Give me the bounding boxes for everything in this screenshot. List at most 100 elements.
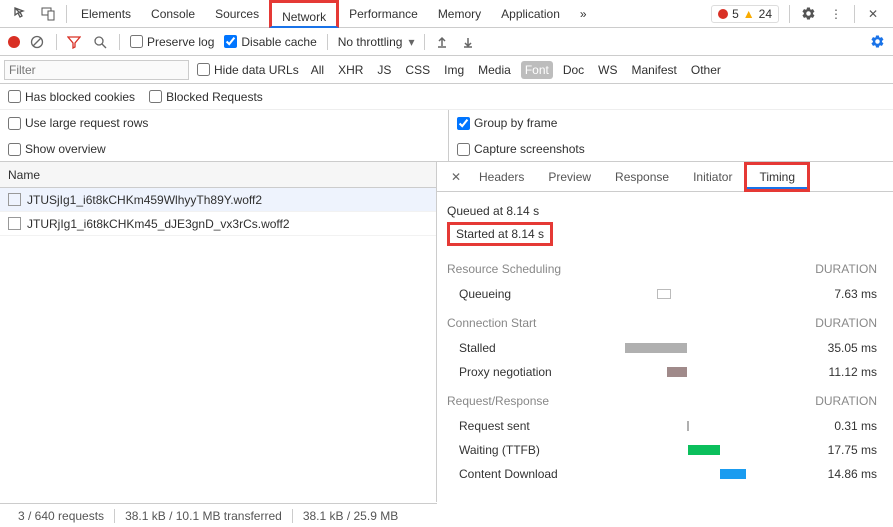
request-name: JTURjIg1_i6t8kCHKm45_dJE3gnD_vx3rCs.woff… [27,217,290,231]
filter-funnel-icon[interactable] [67,35,83,49]
timing-label: Content Download [447,467,617,481]
timing-row: Request sent0.31 ms [447,414,877,438]
error-dot-icon [718,9,728,19]
show-overview-label: Show overview [25,142,106,156]
status-requests: 3 / 640 requests [8,509,115,523]
status-transferred: 38.1 kB / 10.1 MB transferred [115,509,293,523]
hide-data-urls-checkbox[interactable]: Hide data URLs [197,63,299,77]
warning-triangle-icon: ▲ [743,7,755,21]
timing-value: 7.63 ms [805,287,877,301]
upload-har-icon[interactable] [435,35,451,49]
record-button[interactable] [8,36,20,48]
preserve-log-checkbox[interactable]: Preserve log [130,35,214,49]
has-blocked-cookies-label: Has blocked cookies [25,90,135,104]
disable-cache-label: Disable cache [241,35,316,49]
warning-count: 24 [759,7,772,21]
device-toggle-icon[interactable] [34,0,62,28]
filter-input[interactable] [4,60,189,80]
started-at-label: Started at 8.14 s [456,227,544,241]
timing-section-title: Request/Response [447,394,815,408]
download-har-icon[interactable] [461,35,477,49]
duration-header: DURATION [815,394,877,408]
tab-network[interactable]: Network [269,0,339,28]
tab-memory[interactable]: Memory [428,0,491,28]
has-blocked-cookies-checkbox[interactable]: Has blocked cookies [8,90,135,104]
kebab-menu-icon[interactable]: ⋮ [822,0,850,28]
timing-row: Queueing 7.63 ms [447,282,877,306]
type-pill-ws[interactable]: WS [594,61,621,79]
detail-tab-initiator[interactable]: Initiator [681,162,744,192]
timing-bar [688,445,720,455]
queued-at-label: Queued at 8.14 s [447,200,877,222]
blocked-requests-checkbox[interactable]: Blocked Requests [149,90,263,104]
type-pill-xhr[interactable]: XHR [334,61,367,79]
error-warning-badge[interactable]: 5 ▲ 24 [711,5,779,23]
type-pill-css[interactable]: CSS [401,61,434,79]
type-pill-doc[interactable]: Doc [559,61,588,79]
use-large-rows-label: Use large request rows [25,116,148,130]
status-resources: 38.1 kB / 25.9 MB [293,509,408,523]
timing-bar [657,289,671,299]
timing-label: Request sent [447,419,617,433]
type-pill-img[interactable]: Img [440,61,468,79]
more-tabs-icon[interactable]: » [570,0,597,28]
inspect-icon[interactable] [6,0,34,28]
timing-value: 35.05 ms [805,341,877,355]
detail-tab-timing[interactable]: Timing [747,165,807,189]
detail-tab-headers[interactable]: Headers [467,162,536,192]
timing-row: Stalled 35.05 ms [447,336,877,360]
throttling-select[interactable]: No throttling ▾ [338,35,415,49]
request-row[interactable]: JTURjIg1_i6t8kCHKm45_dJE3gnD_vx3rCs.woff… [0,212,436,236]
error-count: 5 [732,7,739,21]
hide-data-urls-label: Hide data URLs [214,63,299,77]
file-icon [8,217,21,230]
timing-section-title: Resource Scheduling [447,262,815,276]
tab-sources[interactable]: Sources [205,0,269,28]
type-pill-font[interactable]: Font [521,61,553,79]
name-column-header[interactable]: Name [0,162,436,188]
file-icon [8,193,21,206]
type-pill-js[interactable]: JS [373,61,395,79]
request-name: JTUSjIg1_i6t8kCHKm459WlhyyTh89Y.woff2 [27,193,262,207]
timing-row: Waiting (TTFB) 17.75 ms [447,438,877,462]
detail-tab-preview[interactable]: Preview [536,162,603,192]
timing-value: 17.75 ms [805,443,877,457]
duration-header: DURATION [815,262,877,276]
close-detail-icon[interactable]: ✕ [445,170,467,184]
type-pill-other[interactable]: Other [687,61,725,79]
timing-row: Content Download 14.86 ms [447,462,877,486]
timing-section-title: Connection Start [447,316,815,330]
type-pill-media[interactable]: Media [474,61,515,79]
capture-screenshots-label: Capture screenshots [474,142,585,156]
timing-bar [687,421,689,431]
timing-value: 14.86 ms [805,467,877,481]
disable-cache-checkbox[interactable]: Disable cache [224,35,316,49]
capture-screenshots-checkbox[interactable]: Capture screenshots [457,142,585,156]
show-overview-checkbox[interactable]: Show overview [8,142,106,156]
throttling-value: No throttling [338,35,403,49]
type-pill-manifest[interactable]: Manifest [628,61,681,79]
clear-icon[interactable] [30,35,46,49]
tab-performance[interactable]: Performance [339,0,428,28]
timing-label: Stalled [447,341,617,355]
tab-application[interactable]: Application [491,0,570,28]
tab-elements[interactable]: Elements [71,0,141,28]
timing-label: Proxy negotiation [447,365,617,379]
network-settings-gear-icon[interactable] [870,34,885,49]
preserve-log-label: Preserve log [147,35,214,49]
timing-row: Proxy negotiation11.12 ms [447,360,877,384]
close-devtools-icon[interactable]: ✕ [859,0,887,28]
group-by-frame-checkbox[interactable]: Group by frame [457,116,557,130]
type-pill-all[interactable]: All [307,61,328,79]
settings-gear-icon[interactable] [794,0,822,28]
group-by-frame-label: Group by frame [474,116,557,130]
detail-tab-response[interactable]: Response [603,162,681,192]
search-icon[interactable] [93,35,109,49]
timing-label: Waiting (TTFB) [447,443,617,457]
chevron-down-icon: ▾ [408,35,414,49]
request-row[interactable]: JTUSjIg1_i6t8kCHKm459WlhyyTh89Y.woff2 [0,188,436,212]
timing-label: Queueing [447,287,617,301]
timing-bar [625,343,687,353]
tab-console[interactable]: Console [141,0,205,28]
use-large-rows-checkbox[interactable]: Use large request rows [8,116,148,130]
